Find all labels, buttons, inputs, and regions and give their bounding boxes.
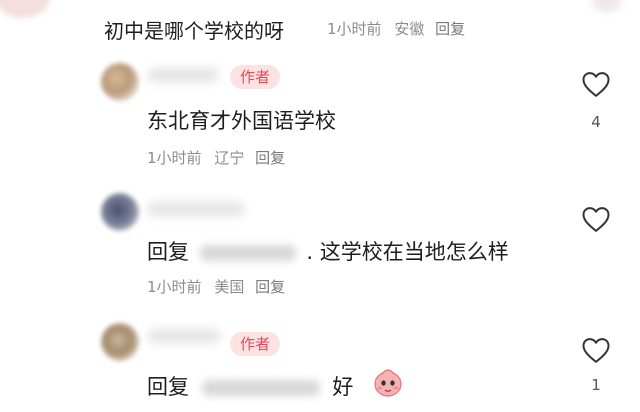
top-comment-time: 1小时前: [327, 20, 382, 38]
heart-outline-icon[interactable]: [581, 205, 611, 233]
comment-text: 回复 . 这学校在当地怎么样: [147, 236, 509, 266]
like-count: 1: [591, 376, 601, 394]
mention-censored[interactable]: [199, 245, 296, 261]
comment-location: 美国: [214, 278, 245, 296]
author-badge: 作者: [230, 65, 281, 89]
heart-outline-icon[interactable]: [581, 336, 611, 364]
top-comment-text: 初中是哪个学校的呀: [104, 19, 284, 43]
username-censored: [148, 329, 220, 343]
comment-time: 1小时前: [147, 278, 202, 296]
like-count: 4: [591, 113, 601, 131]
comment-body: . 这学校在当地怎么样: [306, 240, 509, 264]
heart-outline-icon[interactable]: [581, 70, 611, 98]
top-comment-reply-button[interactable]: 回复: [435, 20, 465, 38]
avatar[interactable]: [101, 63, 139, 101]
reply-prefix: 回复: [147, 375, 189, 399]
avatar[interactable]: [101, 323, 139, 361]
mention-censored[interactable]: [201, 380, 320, 396]
comment-text: 东北育才外国语学校: [147, 109, 336, 133]
top-right-partial: [592, 0, 622, 12]
comment-location: 辽宁: [214, 149, 245, 167]
comment-reply-button[interactable]: 回复: [255, 149, 285, 167]
reply-prefix: 回复: [147, 240, 189, 264]
comment-meta: 1小时前 美国 回复: [147, 276, 285, 297]
comment-reply-button[interactable]: 回复: [255, 278, 285, 296]
top-comment-location: 安徽: [394, 20, 425, 38]
comment-body: 好: [332, 375, 354, 399]
avatar[interactable]: [101, 193, 139, 231]
comment-meta: 1小时前 辽宁 回复: [147, 147, 285, 168]
top-comment-meta: 1小时前 安徽 回复: [327, 18, 465, 39]
username-censored: [148, 202, 244, 216]
top-avatar-partial: [0, 0, 50, 18]
cartoon-emoji-icon: [374, 369, 402, 397]
author-badge: 作者: [230, 332, 281, 356]
comment-time: 1小时前: [147, 149, 202, 167]
comment-text: 回复 好: [147, 371, 353, 401]
username-censored: [148, 68, 218, 82]
